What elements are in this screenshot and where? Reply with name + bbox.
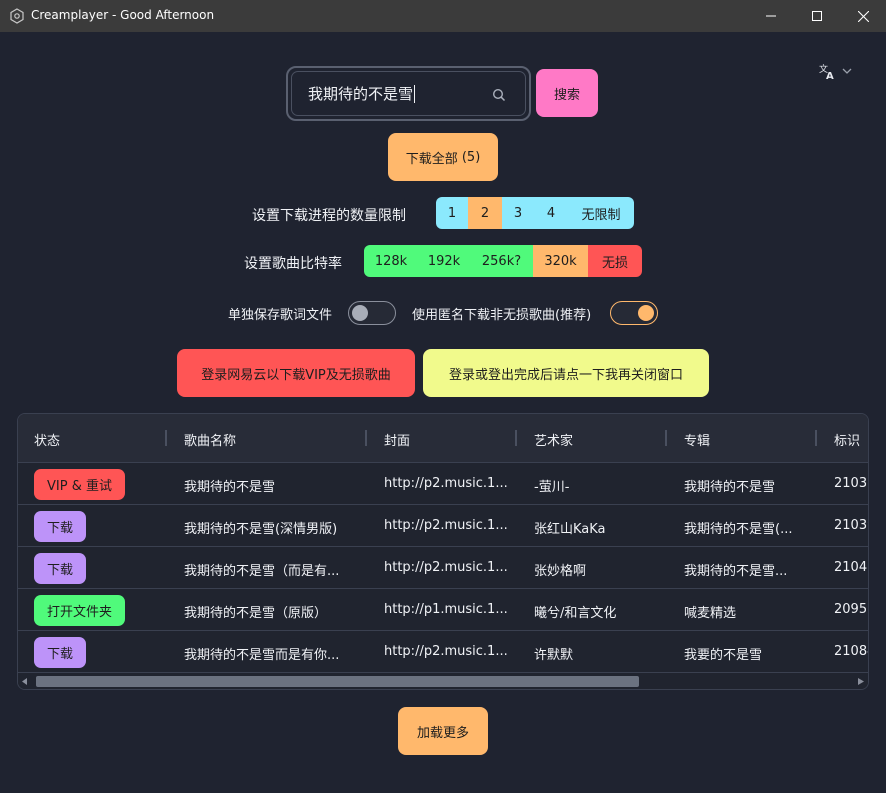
download-all-label: 下载全部 [405,151,458,167]
save-lyrics-toggle[interactable] [348,301,396,325]
minimize-button[interactable] [748,0,794,32]
maximize-button[interactable] [794,0,840,32]
close-icon [857,10,869,22]
artist-cell: 张妙格啊 [534,564,587,579]
header-status[interactable]: 状态 [34,430,60,449]
album-cell: 我期待的不是雪 [684,480,776,495]
anon-download-toggle[interactable] [610,301,658,325]
concurrency-label: 设置下载进程的数量限制 [252,208,406,224]
minimize-icon [766,15,776,17]
artist-cell: 许默默 [534,648,574,663]
cover-cell: http://p2.music.1... [384,560,508,575]
table-row: 打开文件夹 我期待的不是雪（原版） http://p1.music.1... 曦… [18,589,868,631]
concurrency-option-2[interactable]: 2 [468,197,502,229]
album-cell: 喊麦精选 [684,606,737,621]
bitrate-label: 设置歌曲比特率 [244,256,342,272]
status-button[interactable]: 下载 [34,553,87,584]
column-resizer[interactable] [165,430,167,446]
scrollbar-thumb[interactable] [36,676,639,687]
bitrate-option-256k[interactable]: 256k? [470,245,533,277]
close-button[interactable] [840,0,886,32]
header-artist[interactable]: 艺术家 [534,430,573,449]
concurrency-option-4[interactable]: 4 [534,197,568,229]
album-cell: 我期待的不是雪(... [684,522,793,537]
toggle-knob [638,305,654,321]
table-row: 下载 我期待的不是雪（而是有... http://p2.music.1... 张… [18,547,868,589]
song-name-cell: 我期待的不是雪(深情男版) [184,522,338,537]
search-box[interactable]: 我期待的不是雪 [286,66,531,121]
artist-cell: 曦兮/和言文化 [534,606,617,621]
concurrency-selector: 1 2 3 4 无限制 [436,197,634,229]
column-resizer[interactable] [665,430,667,446]
status-button[interactable]: 下载 [34,637,87,668]
search-input[interactable]: 我期待的不是雪 [308,83,413,104]
status-button[interactable]: 打开文件夹 [34,595,126,626]
column-resizer[interactable] [815,430,817,446]
id-cell: 21040 [834,560,868,575]
id-cell: 21030 [834,476,868,491]
chevron-down-icon [842,68,852,74]
cover-cell: http://p2.music.1... [384,644,508,659]
artist-cell: 张红山KaKa [534,522,606,537]
album-cell: 我要的不是雪 [684,648,763,663]
song-name-cell: 我期待的不是雪（而是有... [184,564,340,579]
scroll-right-icon[interactable] [858,678,864,685]
concurrency-option-unlimited[interactable]: 无限制 [568,197,634,229]
concurrency-option-1[interactable]: 1 [436,197,468,229]
load-more-button[interactable]: 加载更多 [398,707,488,755]
app-icon [10,8,24,24]
download-all-count: (5) [461,149,481,165]
window-title: Creamplayer - Good Afternoon [31,8,215,22]
song-name-cell: 我期待的不是雪而是有你... [184,648,340,663]
text-caret [414,84,416,103]
song-name-cell: 我期待的不是雪（原版） [184,606,328,621]
table-row: VIP & 重试 我期待的不是雪 http://p2.music.1... -萤… [18,463,868,505]
svg-text:A: A [826,71,834,80]
search-icon[interactable] [491,87,507,103]
save-lyrics-label: 单独保存歌词文件 [228,308,333,323]
bitrate-option-320k[interactable]: 320k [533,245,588,277]
header-album[interactable]: 专辑 [684,430,710,449]
translate-icon: 文 A [819,63,834,80]
toggle-knob [352,305,368,321]
cover-cell: http://p2.music.1... [384,476,508,491]
search-button[interactable]: 搜索 [536,69,598,117]
table-row: 下载 我期待的不是雪而是有你... http://p2.music.1... 许… [18,631,868,673]
table-row: 下载 我期待的不是雪(深情男版) http://p2.music.1... 张红… [18,505,868,547]
download-all-button[interactable]: 下载全部 (5) [388,133,498,181]
header-id[interactable]: 标识 [834,430,860,449]
column-resizer[interactable] [365,430,367,446]
cover-cell: http://p1.music.1... [384,602,508,617]
id-cell: 21084 [834,644,868,659]
bitrate-option-lossless[interactable]: 无损 [588,245,642,277]
maximize-icon [812,11,822,21]
bitrate-selector: 128k 192k 256k? 320k 无损 [364,245,642,277]
results-table: 状态 歌曲名称 封面 艺术家 专辑 标识 VIP & 重试 我期待的不是雪 ht… [17,413,869,690]
header-cover[interactable]: 封面 [384,430,410,449]
id-cell: 20955 [834,602,868,617]
bitrate-option-192k[interactable]: 192k [418,245,470,277]
table-header: 状态 歌曲名称 封面 艺术家 专辑 标识 [18,414,868,463]
horizontal-scrollbar[interactable] [18,674,868,689]
concurrency-option-3[interactable]: 3 [502,197,534,229]
title-bar: Creamplayer - Good Afternoon [0,0,886,32]
login-netease-button[interactable]: 登录网易云以下载VIP及无损歌曲 [177,349,415,397]
song-name-cell: 我期待的不是雪 [184,480,276,495]
close-login-window-button[interactable]: 登录或登出完成后请点一下我再关闭窗口 [423,349,709,397]
artist-cell: -萤川- [534,480,570,495]
album-cell: 我期待的不是雪... [684,564,788,579]
id-cell: 21039 [834,518,868,533]
bitrate-option-128k[interactable]: 128k [364,245,418,277]
cover-cell: http://p2.music.1... [384,518,508,533]
header-song-name[interactable]: 歌曲名称 [184,430,236,449]
scroll-left-icon[interactable] [22,678,28,685]
anon-download-label: 使用匿名下载非无损歌曲(推荐) [412,308,592,323]
status-button[interactable]: 下载 [34,511,87,542]
column-resizer[interactable] [515,430,517,446]
status-button[interactable]: VIP & 重试 [34,469,125,500]
language-selector[interactable]: 文 A [818,61,856,81]
